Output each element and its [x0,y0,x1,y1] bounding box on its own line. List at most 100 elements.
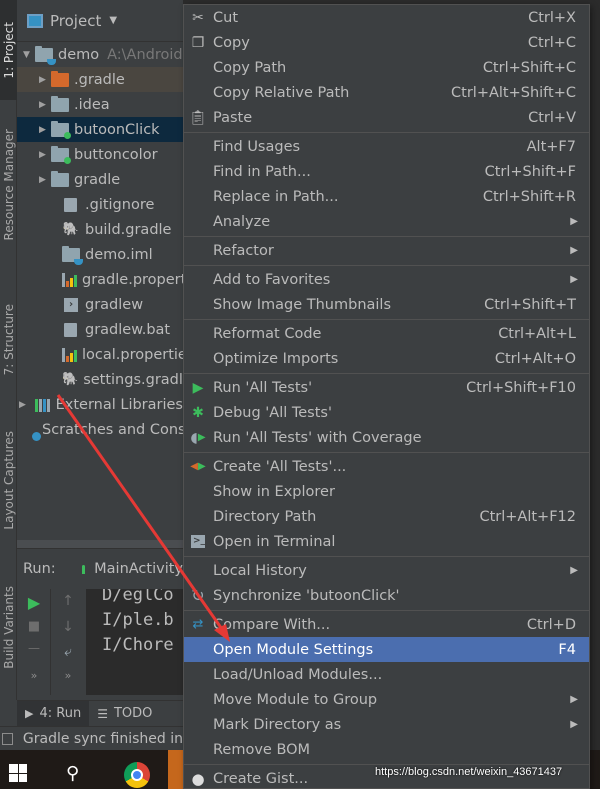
tree-item[interactable]: ▶ .idea [17,92,183,117]
menu-item-create-all-tests[interactable]: ◀ ▶ Create 'All Tests'... [184,454,589,479]
menu-separator [184,236,589,237]
menu-item-run-all-tests[interactable]: ▶ Run 'All Tests' Ctrl+Shift+F10 [184,375,589,400]
tool-tab-structure[interactable]: 7: Structure [0,290,17,390]
menu-item-paste[interactable]: 📋︎ Paste Ctrl+V [184,105,589,130]
tree-item[interactable]: gradle.properties [17,267,183,292]
run-toolbar-secondary: ↑ ↓ ⤶ » [51,589,86,695]
menu-item-optimize-imports[interactable]: Optimize Imports Ctrl+Alt+O [184,346,589,371]
collapsed-arrow-icon[interactable]: ▶ [39,75,51,85]
tab-run[interactable]: ▶ 4: Run [17,700,90,727]
tool-tab-project[interactable]: 1: Project [0,0,17,100]
tree-item[interactable]: gradlew.bat [17,317,183,342]
soft-wrap-icon[interactable]: ⤶ [51,644,85,660]
menu-item-add-to-favorites[interactable]: Add to Favorites ▶ [184,267,589,292]
menu-item-mark-directory-as[interactable]: Mark Directory as ▶ [184,712,589,737]
horizontal-scrollbar[interactable] [17,540,183,548]
project-view-icon [27,13,43,28]
menu-item-debug-all-tests[interactable]: ✱ Debug 'All Tests' [184,400,589,425]
menu-item-show-in-explorer[interactable]: Show in Explorer [184,479,589,504]
menu-item-synchronize[interactable]: ↻ Synchronize 'butoonClick' [184,583,589,608]
github-icon: ● [191,769,205,788]
tree-item[interactable]: ▶ gradle [17,167,183,192]
tree-item[interactable]: .gitignore [17,192,183,217]
menu-item-remove-bom[interactable]: Remove BOM [184,737,589,762]
menu-item-find-usages[interactable]: Find Usages Alt+F7 [184,134,589,159]
tree-item-external-libraries[interactable]: ▶ External Libraries [17,392,183,417]
tab-todo[interactable]: ☰ TODO [89,701,160,727]
menu-item-local-history[interactable]: Local History ▶ [184,558,589,583]
submenu-arrow-icon: ▶ [570,565,578,576]
menu-item-replace-in-path[interactable]: Replace in Path... Ctrl+Shift+R [184,184,589,209]
project-panel: Project ▼ ▼ demo A:\Android ▶ .gradle ▶ … [17,0,183,548]
menu-item-cut[interactable]: ✂ Cut Ctrl+X [184,5,589,30]
menu-item-run-with-coverage[interactable]: ◖ ▶ Run 'All Tests' with Coverage [184,425,589,450]
collapsed-arrow-icon[interactable]: ▶ [39,175,51,185]
project-tree: ▼ demo A:\Android ▶ .gradle ▶ .idea ▶ bu… [17,42,183,442]
menu-item-open-in-terminal[interactable]: >_ Open in Terminal [184,529,589,554]
run-panel: Run: MainActivity ▶ ■ — » ↑ ↓ ⤶ » D/eglC… [17,548,183,700]
create-test-icon: ◀ ▶ [190,461,206,472]
project-view-selector[interactable]: Project [50,12,101,30]
tree-item[interactable]: demo.iml [17,242,183,267]
menu-item-move-module-to-group[interactable]: Move Module to Group ▶ [184,687,589,712]
tree-item[interactable]: local.properties [17,342,183,367]
taskbar-app-icon[interactable] [168,750,183,789]
tree-item[interactable]: 🐘 build.gradle [17,217,183,242]
tree-item[interactable]: › gradlew [17,292,183,317]
chevron-down-icon[interactable]: ▼ [109,15,117,26]
debug-bug-icon: ✱ [192,404,204,421]
console-output[interactable]: D/eglCo I/ple.b I/Chore [86,589,183,695]
status-message[interactable]: Gradle sync finished in [23,731,183,747]
console-line: D/eglCo [102,589,174,605]
submenu-arrow-icon: ▶ [570,694,578,705]
menu-item-copy[interactable]: ❐ Copy Ctrl+C [184,30,589,55]
excluded-folder-icon [51,70,69,87]
libraries-icon [35,398,51,412]
collapsed-arrow-icon[interactable]: ▶ [19,400,29,410]
stop-icon[interactable]: ■ [17,619,51,634]
terminal-icon: >_ [191,535,206,548]
tree-item[interactable]: 🐘 settings.gradle [17,367,183,392]
more-actions-icon[interactable]: » [51,669,85,682]
windows-start-icon[interactable] [9,764,27,782]
submenu-arrow-icon: ▶ [570,216,578,227]
menu-item-copy-relative-path[interactable]: Copy Relative Path Ctrl+Alt+Shift+C [184,80,589,105]
tree-item-scratches[interactable]: Scratches and Consoles [17,417,183,442]
down-arrow-icon[interactable]: ↓ [51,619,85,635]
menu-item-directory-path[interactable]: Directory Path Ctrl+Alt+F12 [184,504,589,529]
toggle-tool-windows-icon[interactable] [2,732,13,745]
menu-item-show-image-thumbnails[interactable]: Show Image Thumbnails Ctrl+Shift+T [184,292,589,317]
run-config-tab[interactable]: MainActivity [94,561,183,577]
menu-item-analyze[interactable]: Analyze ▶ [184,209,589,234]
bottom-tool-tabs: ▶ 4: Run ☰ TODO [17,700,183,727]
menu-item-open-module-settings[interactable]: Open Module Settings F4 [184,637,589,662]
submenu-arrow-icon: ▶ [570,274,578,285]
collapsed-arrow-icon[interactable]: ▶ [39,150,51,160]
collapsed-arrow-icon[interactable]: ▶ [39,100,51,110]
expanded-arrow-icon[interactable]: ▼ [23,50,35,60]
search-icon[interactable]: ⚲ [66,763,79,784]
menu-item-find-in-path[interactable]: Find in Path... Ctrl+Shift+F [184,159,589,184]
watermark: https://blog.csdn.net/weixin_43671437 [375,766,563,778]
chrome-icon[interactable] [124,762,150,788]
console-line: I/ple.b [102,610,174,630]
menu-item-compare-with[interactable]: ⇄ Compare With... Ctrl+D [184,612,589,637]
menu-item-load-unload-modules[interactable]: Load/Unload Modules... [184,662,589,687]
run-body: ▶ ■ — » ↑ ↓ ⤶ » D/eglCo I/ple.b I/Chore [17,589,183,695]
tool-tab-build-variants[interactable]: Build Variants [0,570,17,685]
module-folder-icon [35,45,56,65]
menu-item-refactor[interactable]: Refactor ▶ [184,238,589,263]
tree-root-demo[interactable]: ▼ demo A:\Android [17,42,183,67]
tree-item[interactable]: ▶ .gradle [17,67,183,92]
tree-item-selected[interactable]: ▶ butoonClick [17,117,183,142]
run-tab-icon: ▶ [25,707,34,720]
tool-tab-resource-manager[interactable]: Resource Manager [0,110,17,260]
tree-item[interactable]: ▶ buttoncolor [17,142,183,167]
more-actions-icon[interactable]: » [17,669,51,682]
menu-item-copy-path[interactable]: Copy Path Ctrl+Shift+C [184,55,589,80]
collapsed-arrow-icon[interactable]: ▶ [39,125,51,135]
up-arrow-icon[interactable]: ↑ [51,593,85,609]
rerun-icon[interactable]: ▶ [17,593,51,612]
menu-item-reformat-code[interactable]: Reformat Code Ctrl+Alt+L [184,321,589,346]
tool-tab-layout-captures[interactable]: Layout Captures [0,410,17,550]
